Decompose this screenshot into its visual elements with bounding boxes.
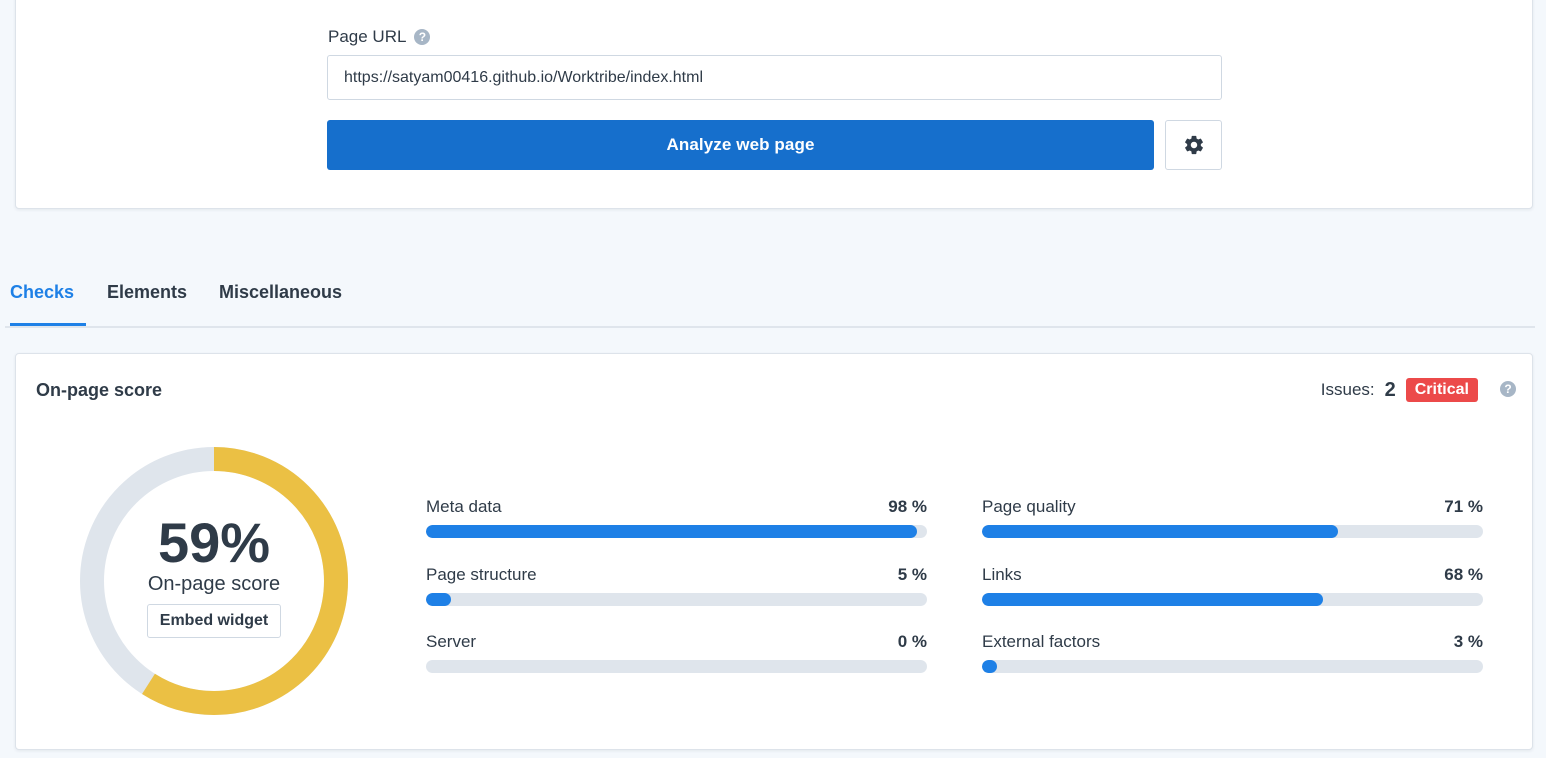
progress-track: [982, 660, 1483, 673]
metric-value: 3 %: [1453, 632, 1483, 651]
score-value: 59%: [157, 510, 271, 574]
tab-elements[interactable]: Elements: [107, 282, 187, 326]
url-label: Page URL: [328, 27, 407, 46]
metric-links: Links 68 %: [982, 565, 1483, 610]
issues-label: Issues:: [1320, 380, 1375, 399]
metric-value: 5 %: [897, 565, 927, 584]
progress-fill: [426, 593, 452, 606]
progress-track: [982, 525, 1483, 538]
embed-widget-button[interactable]: Embed widget: [146, 603, 282, 638]
metric-name: Page quality: [982, 497, 1076, 516]
tab-miscellaneous[interactable]: Miscellaneous: [219, 282, 342, 326]
metric-value: 0 %: [897, 632, 927, 651]
donut-center: 59% On-page score Embed widget: [78, 445, 350, 717]
metric-name: Links: [982, 565, 1022, 584]
metric-page-structure: Page structure 5 %: [426, 565, 927, 610]
progress-fill: [982, 525, 1338, 538]
progress-fill: [982, 593, 1323, 606]
metric-name: Meta data: [426, 497, 502, 516]
metric-value: 71 %: [1444, 497, 1483, 516]
metric-external-factors: External factors 3 %: [982, 632, 1483, 677]
issues-summary: Issues: 2 Critical: [1321, 378, 1478, 402]
metric-name: Server: [426, 632, 477, 651]
gear-icon: [1184, 135, 1203, 155]
metric-server: Server 0 %: [426, 632, 927, 677]
issues-count: 2: [1384, 378, 1396, 401]
progress-track: [426, 660, 927, 673]
on-page-score-card: On-page score Issues: 2 Critical ? 59% O…: [15, 353, 1533, 750]
metric-value: 68 %: [1444, 565, 1483, 584]
progress-fill: [426, 525, 917, 538]
metric-page-quality: Page quality 71 %: [982, 497, 1483, 542]
url-form-card: Page URL ? Analyze web page: [15, 0, 1533, 209]
progress-track: [426, 593, 927, 606]
score-label: On-page score: [147, 572, 281, 595]
tab-bar: Checks Elements Miscellaneous: [5, 270, 1535, 328]
settings-button[interactable]: [1165, 120, 1222, 170]
metric-name: Page structure: [426, 565, 537, 584]
url-input[interactable]: [327, 55, 1222, 100]
tab-checks[interactable]: Checks: [10, 282, 86, 326]
question-circle-icon[interactable]: ?: [1500, 381, 1516, 397]
metric-value: 98 %: [888, 497, 927, 516]
metric-name: External factors: [982, 632, 1101, 651]
critical-badge: Critical: [1405, 378, 1478, 402]
url-label-row: Page URL ?: [328, 27, 431, 47]
analyze-button[interactable]: Analyze web page: [327, 120, 1154, 170]
question-circle-icon[interactable]: ?: [414, 29, 431, 45]
card-title: On-page score: [36, 380, 163, 400]
progress-fill: [982, 660, 998, 673]
progress-track: [426, 525, 927, 538]
progress-track: [982, 593, 1483, 606]
metric-meta-data: Meta data 98 %: [426, 497, 927, 542]
